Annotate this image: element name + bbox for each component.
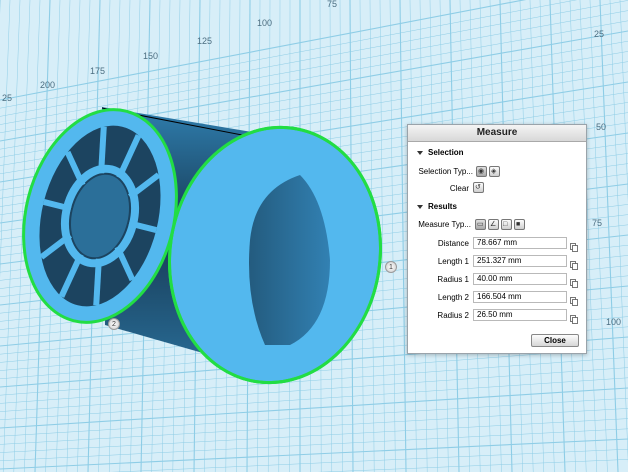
clear-selection-button[interactable]: ↺ [473,182,484,193]
result-label: Radius 2 [437,311,469,320]
ruler-right-tick: 75 [592,218,602,228]
face-select-icon[interactable]: ◈ [489,166,500,177]
ruler-top-tick: 75 [327,0,337,9]
result-value-field[interactable]: 26.50 mm [473,309,567,321]
copy-icon[interactable] [570,239,578,252]
copy-icon[interactable] [570,293,578,306]
collapse-triangle-icon [417,204,423,209]
copy-icon[interactable] [570,275,578,288]
selection-header-label: Selection [428,148,464,157]
measure-panel-title: Measure [408,125,586,142]
volume-icon[interactable]: ■ [514,219,525,230]
measure-type-label: Measure Typ... [418,220,471,229]
ruler-top-tick: 150 [143,51,158,61]
grid-line [0,0,628,117]
collapse-triangle-icon [417,150,423,155]
selection-section-header[interactable]: Selection [417,148,464,157]
grid-line [0,377,628,421]
grid-line [0,367,628,412]
ruler-top-tick: 25 [2,93,12,103]
grid-line [0,0,11,279]
close-button[interactable]: Close [531,334,579,347]
grid-line [389,0,396,472]
ruler-top-tick: 100 [257,18,272,28]
cylinder-part[interactable] [2,93,397,396]
grid-line [111,448,628,472]
grid-line [0,387,628,429]
grid-line [0,0,578,109]
grid-line [0,438,628,470]
grid-line [0,397,628,437]
result-value-field[interactable]: 78.667 mm [473,237,567,249]
grid-line [317,459,628,472]
grid-line [0,408,628,445]
copy-icon[interactable] [570,257,578,270]
result-value-field[interactable]: 40.00 mm [473,273,567,285]
ruler-right-tick: 25 [594,29,604,39]
ruler-right-tick: 50 [596,122,606,132]
grid-line [0,0,527,101]
ruler-top-tick: 200 [40,80,55,90]
result-value-field[interactable]: 251.327 mm [473,255,567,267]
distance-icon[interactable]: ▭ [475,219,486,230]
vertex-select-icon[interactable]: ◉ [476,166,487,177]
grid-line [0,428,628,462]
angle-icon[interactable]: ∠ [488,219,499,230]
ruler-right-tick: 100 [606,317,621,327]
results-section-header[interactable]: Results [417,202,457,211]
grid-line [589,0,608,472]
grid-line [0,418,628,453]
grid-line [2,0,21,472]
results-header-label: Results [428,202,457,211]
copy-icon[interactable] [570,311,578,324]
point-marker-2[interactable]: 2 [108,318,120,330]
point-marker-1[interactable]: 1 [385,261,397,273]
result-label: Radius 1 [437,275,469,284]
result-label: Distance [437,239,469,248]
selection-type-label: Selection Typ... [418,167,473,176]
clear-label: Clear [449,184,469,193]
ruler-top-tick: 175 [90,66,105,76]
result-label: Length 2 [437,293,469,302]
area-icon[interactable]: □ [501,219,512,230]
result-label: Length 1 [437,257,469,266]
ruler-top-tick: 125 [197,36,212,46]
result-value-field[interactable]: 166.504 mm [473,291,567,303]
